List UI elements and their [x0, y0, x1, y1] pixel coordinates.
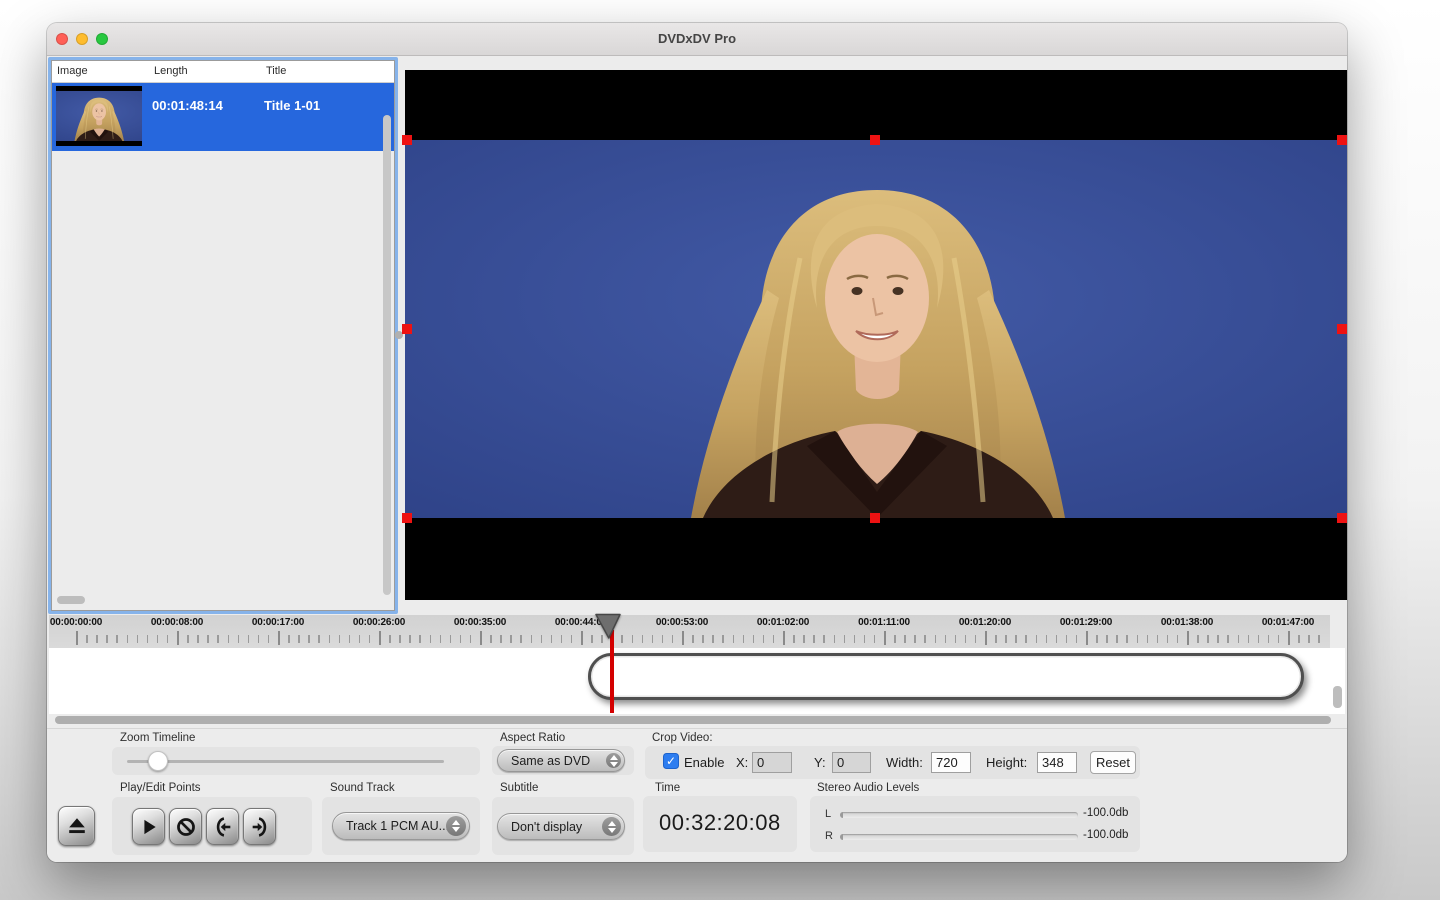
timeline-vertical-scrollbar[interactable]: [1333, 686, 1342, 708]
title-thumbnail: [56, 86, 142, 146]
ruler-timestamp: 00:00:35:00: [453, 617, 507, 628]
ruler-timestamp: 00:00:08:00: [150, 617, 204, 628]
ruler-timestamp: 00:01:29:00: [1059, 617, 1113, 628]
timeline-selection-region[interactable]: [588, 653, 1304, 700]
zoom-timeline-group: [112, 747, 480, 775]
timeline-track: [49, 648, 1345, 714]
audio-left-label: L: [825, 808, 832, 820]
time-label: Time: [655, 782, 681, 794]
ruler-timestamp: 00:01:20:00: [958, 617, 1012, 628]
crop-width-label: Width:: [886, 755, 923, 770]
crop-handle-top-left[interactable]: [402, 135, 412, 145]
stop-cancel-button[interactable]: [169, 808, 202, 845]
set-in-point-button[interactable]: [206, 808, 239, 845]
crop-height-input[interactable]: [1037, 752, 1077, 773]
window-title: DVDxDV Pro: [657, 31, 737, 46]
stepper-arrows-icon: [602, 817, 621, 836]
video-frame: [405, 140, 1347, 518]
crop-handle-top-right[interactable]: [1337, 135, 1347, 145]
column-title: Title: [266, 65, 287, 77]
crop-video-label: Crop Video:: [652, 732, 713, 744]
app-window: DVDxDV Pro Image Length Title 00:01:48:1…: [47, 23, 1347, 862]
time-display: 00:32:20:08: [659, 810, 781, 835]
title-list-panel: Image Length Title 00:01:48:14 Title 1-0…: [48, 57, 398, 614]
list-horizontal-scrollbar[interactable]: [57, 596, 85, 604]
title-row-selected[interactable]: 00:01:48:14 Title 1-01: [52, 83, 394, 151]
stepper-arrows-icon: [446, 816, 466, 836]
audio-right-meter: [840, 834, 1078, 840]
play-button[interactable]: [132, 808, 165, 845]
no-symbol-icon: [176, 817, 195, 836]
aspect-ratio-group: Same as DVD: [492, 746, 634, 775]
timeline-ruler-ticks: [49, 629, 1330, 648]
subtitle-group: Don't display: [492, 797, 634, 855]
crop-y-label: Y:: [814, 755, 826, 770]
timeline-ruler[interactable]: 00:00:00:00 00:00:08:00 00:00:17:00 00:00:2…: [49, 615, 1330, 648]
crop-handle-mid-right[interactable]: [1337, 324, 1347, 334]
stepper-arrows-icon: [606, 753, 621, 768]
set-out-point-button[interactable]: [243, 808, 276, 845]
list-header: Image Length Title: [52, 61, 394, 83]
titlebar: DVDxDV Pro: [47, 23, 1347, 56]
crop-y-input[interactable]: [832, 752, 871, 773]
ruler-timestamp: 00:00:17:00: [251, 617, 305, 628]
sound-track-value: Track 1 PCM AU...: [346, 819, 450, 833]
ruler-timestamp: 00:01:38:00: [1160, 617, 1214, 628]
ruler-timestamp: 00:01:11:00: [858, 617, 910, 628]
audio-left-meter: [840, 812, 1078, 818]
crop-enable-checkbox[interactable]: ✓: [663, 753, 679, 769]
timeline-horizontal-scrollbar[interactable]: [55, 716, 1331, 724]
title-row-length: 00:01:48:14: [152, 98, 223, 113]
ruler-timestamp: 00:00:53:00: [655, 617, 709, 628]
subtitle-value: Don't display: [511, 819, 583, 834]
playhead-marker[interactable]: [594, 613, 622, 645]
in-point-arrow-icon: [216, 816, 230, 837]
play-edit-group: [112, 797, 312, 855]
stereo-audio-levels-label: Stereo Audio Levels: [817, 782, 920, 794]
crop-height-label: Height:: [986, 755, 1028, 770]
crop-enable-label: Enable: [684, 755, 725, 770]
aspect-ratio-label: Aspect Ratio: [500, 732, 566, 744]
time-group: 00:32:20:08: [643, 796, 797, 852]
play-icon: [143, 819, 156, 834]
eject-icon: [68, 818, 85, 834]
zoom-timeline-slider-knob[interactable]: [148, 751, 168, 771]
audio-left-value: -100.0db: [1083, 807, 1129, 819]
eject-button[interactable]: [58, 806, 95, 846]
subtitle-dropdown[interactable]: Don't display: [497, 813, 625, 840]
ruler-timestamp: 00:01:02:00: [756, 617, 810, 628]
crop-width-input[interactable]: [931, 752, 971, 773]
crop-x-label: X:: [736, 755, 749, 770]
zoom-timeline-slider-track[interactable]: [127, 760, 444, 763]
crop-video-group: ✓ Enable X: Y: Width: Height: Reset: [645, 746, 1140, 779]
column-length: Length: [154, 65, 188, 77]
column-image: Image: [57, 65, 88, 77]
subtitle-label: Subtitle: [500, 782, 539, 794]
crop-handle-bottom-center[interactable]: [870, 513, 880, 523]
crop-x-input[interactable]: [752, 752, 792, 773]
crop-handle-mid-left[interactable]: [402, 324, 412, 334]
zoom-timeline-label: Zoom Timeline: [120, 732, 196, 744]
sound-track-group: Track 1 PCM AU...: [322, 797, 480, 855]
audio-right-value: -100.0db: [1083, 829, 1129, 841]
video-preview: [402, 70, 1347, 600]
control-panel: Zoom Timeline Play/Edit Points Sound Tra…: [47, 728, 1347, 862]
aspect-ratio-value: Same as DVD: [511, 753, 591, 768]
audio-right-label: R: [825, 830, 833, 842]
crop-handle-bottom-left[interactable]: [402, 513, 412, 523]
list-vertical-scrollbar[interactable]: [383, 115, 391, 595]
ruler-timestamp: 00:00:26:00: [352, 617, 406, 628]
crop-handle-bottom-right[interactable]: [1337, 513, 1347, 523]
audio-levels-group: L -100.0db R -100.0db: [810, 796, 1140, 852]
sound-track-label: Sound Track: [330, 782, 395, 794]
aspect-ratio-dropdown[interactable]: Same as DVD: [497, 749, 625, 772]
out-point-arrow-icon: [252, 816, 266, 837]
play-edit-points-label: Play/Edit Points: [120, 782, 201, 794]
crop-reset-button[interactable]: Reset: [1090, 751, 1136, 774]
ruler-timestamp: 00:01:47:00: [1261, 617, 1315, 628]
title-row-name: Title 1-01: [264, 98, 321, 113]
ruler-timestamp: 00:00:00:00: [49, 617, 103, 628]
crop-handle-top-center[interactable]: [870, 135, 880, 145]
sound-track-dropdown[interactable]: Track 1 PCM AU...: [332, 812, 470, 840]
